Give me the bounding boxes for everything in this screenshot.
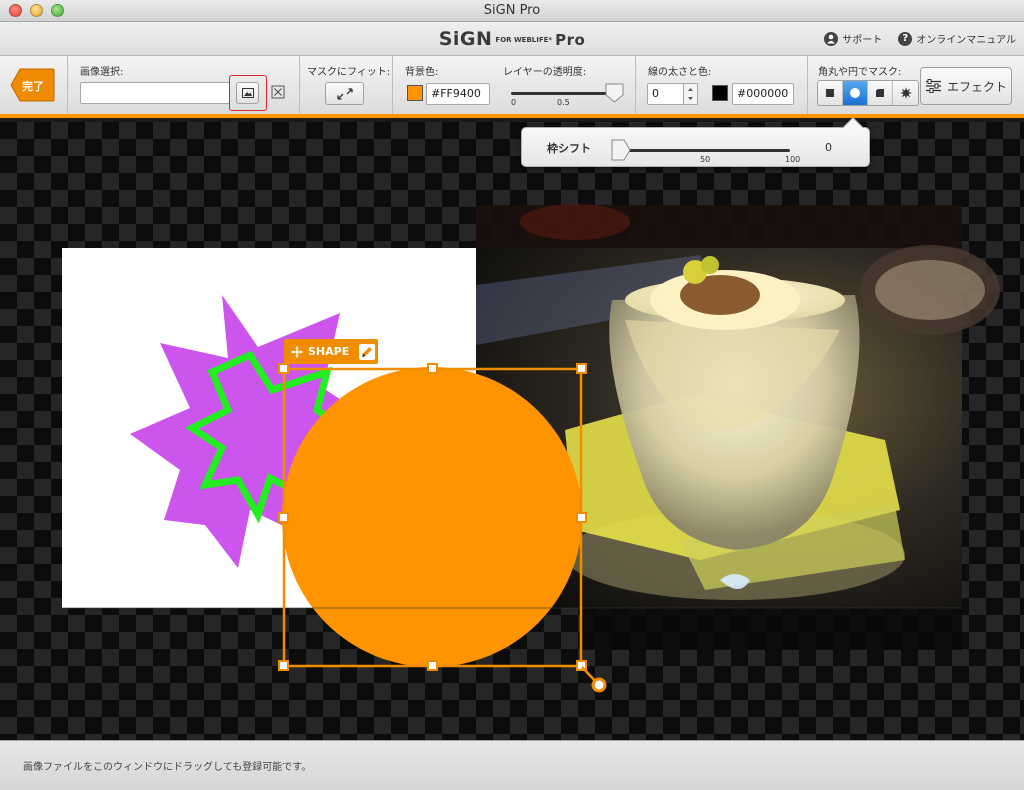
mask-rounded-option[interactable] — [868, 81, 893, 105]
status-bar: 画像ファイルをこのウィンドウにドラッグしても登録可能です。 — [0, 740, 1024, 790]
move-icon — [291, 345, 303, 358]
brand-edition: Pro — [555, 31, 586, 49]
frame-shift-slider-knob[interactable] — [611, 139, 631, 161]
frame-shift-slider-track[interactable] — [620, 149, 790, 152]
bg-color-field[interactable]: #FF9400 — [426, 83, 490, 105]
opacity-tick-0: 0 — [511, 98, 517, 107]
browse-image-button[interactable] — [236, 82, 259, 104]
bg-color-label: 背景色: — [405, 67, 439, 78]
title-bar: SiGN Pro — [0, 0, 1024, 22]
stroke-width-field[interactable]: 0 — [647, 83, 684, 105]
window-title: SiGN Pro — [483, 3, 541, 18]
editing-canvas[interactable]: SHAPE — [0, 122, 1024, 740]
support-link[interactable]: サポート — [824, 31, 882, 46]
brand-name: SiGN — [438, 28, 493, 50]
effect-button[interactable]: エフェクト — [920, 67, 1012, 105]
done-button-label: 完了 — [22, 80, 44, 93]
mask-circle-option[interactable] — [843, 81, 868, 105]
toolbar-divider — [635, 56, 636, 114]
image-select-label: 画像選択: — [80, 67, 124, 78]
starburst-icon — [899, 87, 912, 99]
circle-icon — [850, 88, 860, 98]
canvas-artwork — [62, 204, 1000, 693]
online-manual-label: オンラインマニュアル — [916, 35, 1016, 46]
zoom-window-button[interactable] — [51, 4, 64, 17]
toolbar-divider — [67, 56, 68, 114]
mask-starburst-option[interactable] — [893, 81, 918, 105]
fit-to-mask-button[interactable] — [325, 82, 364, 105]
picture-icon — [241, 88, 254, 98]
stepper-arrows-icon — [688, 88, 693, 100]
mask-shape-label: 角丸や円でマスク: — [818, 67, 902, 78]
frame-shift-tick-100: 100 — [785, 155, 801, 164]
toolbar-divider — [392, 56, 393, 114]
brand-tagline: FOR WEBLIFE* — [495, 35, 553, 44]
opacity-label: レイヤーの透明度: — [503, 67, 587, 78]
window-controls — [9, 4, 64, 17]
online-manual-link[interactable]: ? オンラインマニュアル — [898, 31, 1016, 46]
status-message: 画像ファイルをこのウィンドウにドラッグしても登録可能です。 — [23, 762, 312, 773]
orange-circle-shape[interactable] — [282, 367, 582, 667]
done-button[interactable]: 完了 — [10, 68, 55, 102]
square-icon — [826, 89, 834, 97]
stroke-color-swatch[interactable] — [712, 85, 728, 101]
shape-tag[interactable]: SHAPE — [284, 339, 378, 364]
opacity-slider-knob[interactable] — [605, 83, 624, 103]
frame-shift-tick-50: 50 — [700, 155, 711, 164]
clear-image-button[interactable] — [271, 85, 285, 99]
shape-tag-label: SHAPE — [308, 345, 350, 358]
rotate-handle[interactable] — [591, 677, 607, 693]
image-path-field[interactable] — [80, 82, 230, 104]
mask-square-option[interactable] — [818, 81, 843, 105]
close-window-button[interactable] — [9, 4, 22, 17]
stroke-width-stepper[interactable] — [683, 83, 698, 105]
frame-shift-value: 0 — [825, 141, 832, 154]
pencil-icon[interactable] — [359, 343, 376, 360]
rounded-corner-icon — [876, 89, 884, 97]
popover-arrow — [843, 117, 863, 137]
support-link-label: サポート — [842, 35, 883, 46]
expand-icon — [336, 88, 353, 100]
fit-mask-label: マスクにフィット: — [307, 67, 391, 78]
frame-shift-popover: 枠シフト 50 100 0 — [521, 117, 870, 167]
sliders-icon — [925, 79, 941, 93]
person-icon — [824, 31, 839, 46]
bg-color-swatch[interactable] — [407, 85, 423, 101]
mask-shape-selector[interactable] — [817, 80, 919, 106]
photo-bleed-glow — [520, 204, 630, 240]
app-header: SiGN FOR WEBLIFE* Pro サポート ? オンラインマニュアル — [0, 22, 1024, 56]
photo-bleed-bottom — [580, 608, 962, 650]
minimize-window-button[interactable] — [30, 4, 43, 17]
frame-shift-label: 枠シフト — [547, 142, 591, 155]
effect-button-label: エフェクト — [946, 79, 1007, 94]
toolbar-divider — [299, 56, 300, 114]
help-icon: ? — [898, 31, 913, 46]
toolbar-divider — [807, 56, 808, 114]
opacity-tick-half: 0.5 — [557, 98, 570, 107]
stroke-color-field[interactable]: #000000 — [732, 83, 794, 105]
close-box-icon — [271, 85, 285, 99]
stroke-label: 線の太さと色: — [648, 67, 712, 78]
